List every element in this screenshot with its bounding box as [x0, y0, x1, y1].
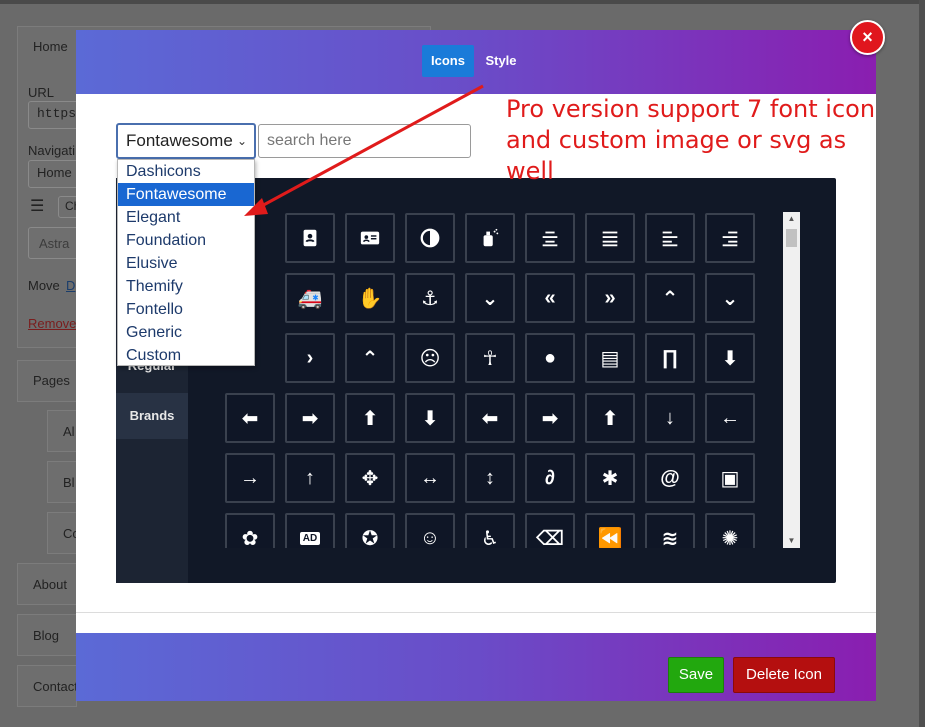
url-label: URL	[28, 85, 55, 100]
menu-section-pages-label: Pages	[33, 373, 70, 388]
ambulance-icon[interactable]: 🚑	[285, 273, 335, 323]
menu-subitem-label: Bl	[63, 475, 75, 490]
arrows-alt-icon[interactable]: ✥	[345, 453, 395, 503]
arrows-alt-v-icon[interactable]: ↕	[465, 453, 515, 503]
dropdown-option-custom[interactable]: Custom	[118, 344, 254, 367]
align-right-icon[interactable]	[705, 213, 755, 263]
arrows-alt-h-icon[interactable]: ↔	[405, 453, 455, 503]
tab-icons[interactable]: Icons	[422, 45, 474, 77]
baby-carriage-icon[interactable]: ♿	[465, 513, 515, 548]
icon-library-select[interactable]: Fontawesome ⌄	[116, 123, 256, 159]
angle-down-icon[interactable]: ⌄	[705, 273, 755, 323]
atom-icon[interactable]: ✿	[225, 513, 275, 548]
atlas-icon[interactable]: ▣	[705, 453, 755, 503]
adjust-icon[interactable]	[405, 213, 455, 263]
align-left-icon[interactable]	[645, 213, 695, 263]
modal-divider	[76, 612, 876, 613]
navigation-label: Navigati	[28, 143, 75, 158]
align-justify-icon[interactable]	[585, 213, 635, 263]
icon-grid: 🚑 ✋ ⚓ ⌄ «» ⌃ ⌄ › ⌃ ☹ ☥ ● ▤ ∏ ⬇ ⬅ ➡ ⬆ ⬇ ⬅ ➡ ⬆ ↓ ← → ↑ ✥ ↔ ↕ ∂ ✱ @ ▣ ✿ AD ✪ ☺ ♿…	[220, 208, 780, 548]
remove-link[interactable]: Remove	[28, 316, 76, 331]
arrow-circle-left-icon[interactable]: ⬅	[225, 393, 275, 443]
backward-icon[interactable]: ⏪	[585, 513, 635, 548]
ankh-icon[interactable]: ☥	[465, 333, 515, 383]
dropdown-option-fontawesome[interactable]: Fontawesome	[118, 183, 254, 206]
at-icon[interactable]: @	[645, 453, 695, 503]
angle-right-icon[interactable]: ›	[285, 333, 335, 383]
angle-double-right-icon[interactable]: »	[585, 273, 635, 323]
close-modal-button[interactable]: ×	[850, 20, 885, 55]
arrow-alt-circle-down-icon[interactable]: ⬇	[405, 393, 455, 443]
dropdown-option-themify[interactable]: Themify	[118, 275, 254, 298]
arrow-left-icon[interactable]: ←	[705, 393, 755, 443]
angle-double-up-icon[interactable]: ⌃	[645, 273, 695, 323]
arrow-circle-up-icon[interactable]: ⬆	[345, 393, 395, 443]
arrow-alt-circle-left-icon[interactable]: ⬅	[465, 393, 515, 443]
icon-library-select-value: Fontawesome	[126, 131, 233, 150]
archway-icon[interactable]: ∏	[645, 333, 695, 383]
scroll-up-arrow-icon[interactable]: ▲	[783, 212, 800, 226]
icon-grid-scrollbar[interactable]: ▲ ▼	[783, 212, 800, 548]
ad-icon[interactable]: AD	[285, 513, 335, 548]
tab-style[interactable]: Style	[480, 45, 522, 77]
angle-double-down-icon[interactable]: ⌄	[465, 273, 515, 323]
menu-section-blog-label: Blog	[33, 628, 60, 643]
dropdown-option-generic[interactable]: Generic	[118, 321, 254, 344]
archive-icon[interactable]: ▤	[585, 333, 635, 383]
dropdown-option-foundation[interactable]: Foundation	[118, 229, 254, 252]
dropdown-option-elusive[interactable]: Elusive	[118, 252, 254, 275]
modal-header: Icons Style	[76, 30, 876, 94]
angry-icon[interactable]: ☹	[405, 333, 455, 383]
menu-section-about-label: About	[33, 577, 67, 592]
dropdown-option-elegant[interactable]: Elegant	[118, 206, 254, 229]
align-center-icon[interactable]	[525, 213, 575, 263]
arrow-down-icon[interactable]: ↓	[645, 393, 695, 443]
angle-up-icon[interactable]: ⌃	[345, 333, 395, 383]
annotation-line-1: Pro version support 7 font icon	[506, 95, 876, 123]
address-book-icon[interactable]	[285, 213, 335, 263]
arrow-alt-circle-right-icon[interactable]: ➡	[525, 393, 575, 443]
baby-icon[interactable]: ☺	[405, 513, 455, 548]
arrow-right-icon[interactable]: →	[225, 453, 275, 503]
scroll-thumb[interactable]	[786, 229, 797, 247]
menu-subitem-label: Al	[63, 424, 75, 439]
dropdown-option-dashicons[interactable]: Dashicons	[118, 160, 254, 183]
move-link[interactable]: D	[66, 278, 75, 293]
bacteria-icon[interactable]: ✺	[705, 513, 755, 548]
delete-icon-button[interactable]: Delete Icon	[733, 657, 835, 693]
backspace-icon[interactable]: ⌫	[525, 513, 575, 548]
chevron-down-icon: ⌄	[236, 134, 247, 148]
save-button[interactable]: Save	[668, 657, 724, 693]
arrow-circle-down-icon[interactable]: ⬇	[705, 333, 755, 383]
icon-library-dropdown: Dashicons Fontawesome Elegant Foundation…	[117, 159, 255, 366]
ad-badge: AD	[299, 531, 321, 545]
bacon-icon[interactable]: ≋	[645, 513, 695, 548]
scroll-down-arrow-icon[interactable]: ▼	[783, 534, 800, 548]
award-icon[interactable]: ✪	[345, 513, 395, 548]
promo-annotation: Pro version support 7 font icon and cust…	[506, 94, 886, 187]
menu-hamburger-icon[interactable]: ☰	[30, 196, 44, 216]
close-icon: ×	[862, 27, 873, 47]
menu-item-home-title[interactable]: Home	[33, 39, 68, 54]
assistive-listening-icon[interactable]: ∂	[525, 453, 575, 503]
icon-search-input[interactable]: search here	[258, 124, 471, 158]
dropdown-option-fontello[interactable]: Fontello	[118, 298, 254, 321]
anchor-icon[interactable]: ⚓	[405, 273, 455, 323]
air-freshener-icon[interactable]	[465, 213, 515, 263]
side-tab-brands[interactable]: Brands	[116, 393, 188, 439]
american-sign-language-icon[interactable]: ✋	[345, 273, 395, 323]
apple-alt-icon[interactable]: ●	[525, 333, 575, 383]
angle-double-left-icon[interactable]: «	[525, 273, 575, 323]
arrow-alt-circle-up-icon[interactable]: ⬆	[585, 393, 635, 443]
move-label: Move	[28, 278, 60, 293]
arrow-up-icon[interactable]: ↑	[285, 453, 335, 503]
address-card-icon[interactable]	[345, 213, 395, 263]
annotation-line-2: and custom image or svg as well	[506, 126, 847, 185]
arrow-circle-right-icon[interactable]: ➡	[285, 393, 335, 443]
asterisk-icon[interactable]: ✱	[585, 453, 635, 503]
menu-section-contact-label: Contact	[33, 679, 78, 694]
